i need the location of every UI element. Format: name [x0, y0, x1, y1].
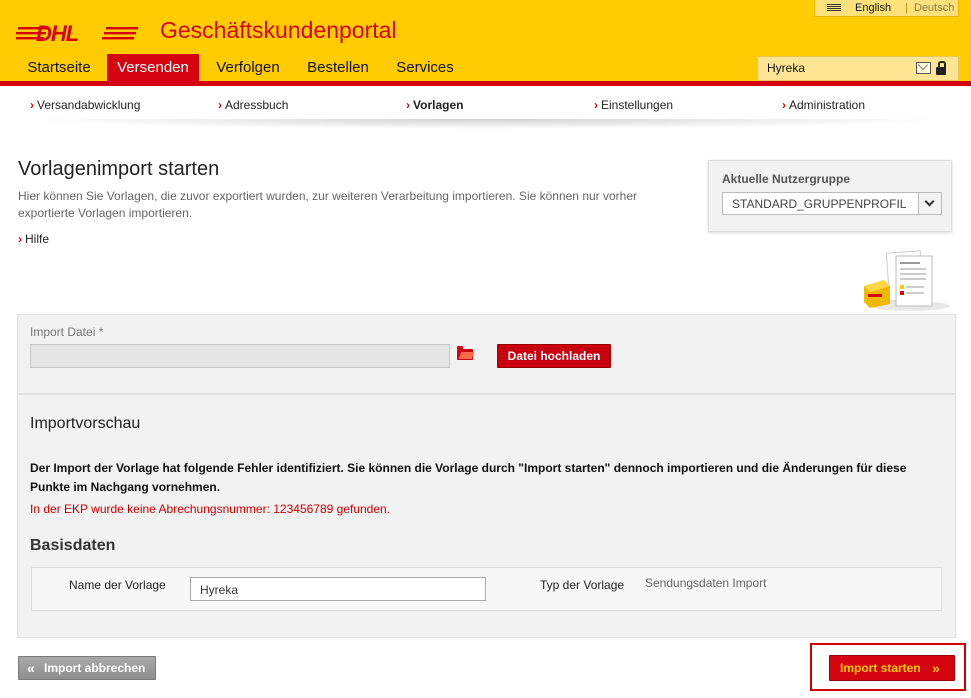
preview-error-message: In der EKP wurde keine Abrechungsnummer:…	[30, 502, 391, 516]
start-import-button[interactable]: Import starten »	[829, 655, 955, 681]
chevron-right-icon: ›	[30, 98, 34, 112]
subnav-versandabwicklung[interactable]: › Versandabwicklung	[30, 98, 140, 112]
svg-text:DHL: DHL	[36, 22, 79, 44]
chevron-right-icon: ›	[218, 98, 222, 112]
portal-title: Geschäftskundenportal	[160, 17, 397, 43]
uk-flag-icon	[827, 4, 841, 12]
chevron-right-icon: ›	[594, 98, 598, 112]
preview-warning-text: Der Import der Vorlage hat folgende Fehl…	[30, 461, 907, 494]
subnav-einstellungen[interactable]: › Einstellungen	[594, 98, 673, 112]
template-name-label: Name der Vorlage	[69, 578, 166, 592]
nav-bestellen[interactable]: Bestellen	[300, 54, 376, 81]
usergroup-label: Aktuelle Nutzergruppe	[722, 172, 851, 186]
basisdaten-heading: Basisdaten	[30, 537, 116, 554]
nav-versenden[interactable]: Versenden	[107, 54, 199, 81]
template-name-value: Hyreka	[200, 583, 239, 597]
header-divider	[0, 81, 971, 86]
start-import-label: Import starten	[840, 661, 921, 675]
nav-startseite[interactable]: Startseite	[17, 54, 101, 81]
cancel-import-button[interactable]: « Import abbrechen	[18, 656, 156, 680]
nav-verfolgen[interactable]: Verfolgen	[209, 54, 287, 81]
template-type-value: Sendungsdaten Import	[645, 576, 767, 590]
dhl-logo[interactable]: DHL	[16, 22, 140, 44]
subnav-label: Versandabwicklung	[37, 98, 141, 112]
help-link[interactable]: › Hilfe	[18, 232, 49, 246]
chevron-right-icon: ›	[782, 98, 786, 112]
chevron-right-icon: ›	[18, 232, 22, 246]
page-title: Vorlagenimport starten	[18, 158, 220, 180]
usergroup-select[interactable]: STANDARD_GRUPPENPROFIL	[722, 192, 942, 215]
usergroup-panel: Aktuelle Nutzergruppe STANDARD_GRUPPENPR…	[708, 160, 952, 232]
cancel-import-label: Import abbrechen	[44, 661, 146, 675]
subnav-adressbuch[interactable]: › Adressbuch	[218, 98, 288, 112]
double-chevron-right-icon: »	[932, 660, 940, 676]
mail-icon[interactable]	[916, 62, 931, 74]
folder-open-icon[interactable]	[457, 346, 473, 360]
preview-title: Importvorschau	[30, 415, 141, 432]
subnav-administration[interactable]: › Administration	[782, 98, 865, 112]
page-description: Hier können Sie Vorlagen, die zuvor expo…	[18, 189, 638, 220]
username[interactable]: Hyreka	[767, 61, 805, 75]
help-label: Hilfe	[25, 232, 50, 246]
subnav-label: Vorlagen	[413, 98, 464, 112]
import-file-panel: Import Datei * Datei hochladen	[17, 314, 956, 394]
chevron-down-icon[interactable]	[918, 193, 941, 214]
subnav-vorlagen[interactable]: › Vorlagen	[406, 98, 463, 112]
chevron-right-icon: ›	[406, 98, 410, 112]
subnav-shadow	[22, 119, 951, 129]
language-german-link[interactable]: Deutsch	[914, 0, 954, 16]
double-chevron-left-icon: «	[27, 660, 35, 676]
shipping-documents-illustration	[864, 250, 950, 311]
user-box: Hyreka	[757, 56, 959, 81]
template-type-label: Typ der Vorlage	[540, 578, 625, 592]
subnav-label: Einstellungen	[601, 98, 674, 112]
lock-icon[interactable]	[936, 61, 946, 75]
language-switcher: English | Deutsch	[814, 0, 959, 17]
subnav-label: Adressbuch	[225, 98, 289, 112]
import-file-label: Import Datei *	[30, 325, 104, 339]
upload-file-button[interactable]: Datei hochladen	[497, 344, 611, 368]
usergroup-selected-value: STANDARD_GRUPPENPROFIL	[732, 197, 907, 211]
basisdaten-box: Name der Vorlage Hyreka Typ der Vorlage …	[31, 567, 942, 611]
template-name-input[interactable]: Hyreka	[190, 577, 486, 601]
language-separator: |	[905, 2, 908, 14]
nav-services[interactable]: Services	[389, 54, 461, 81]
import-preview-panel: Importvorschau Der Import der Vorlage ha…	[17, 394, 956, 638]
language-english-link[interactable]: English	[855, 0, 891, 16]
subnav-label: Administration	[789, 98, 866, 112]
import-file-input[interactable]	[30, 344, 450, 368]
